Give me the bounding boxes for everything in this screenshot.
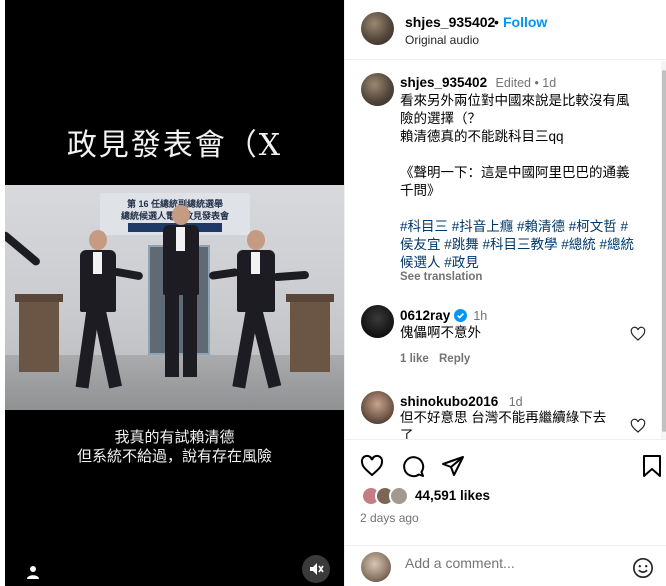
video-stage-frame: 第 16 任總統副總統選舉 總統候選人電視政見發表會 [5, 185, 344, 410]
comment-time: 1d [508, 395, 523, 409]
podium-right [286, 294, 334, 372]
caption-author-avatar[interactable] [361, 73, 394, 106]
verified-badge-icon [454, 309, 468, 322]
smiley-icon [633, 558, 653, 578]
comments-scrollbar-thumb[interactable] [662, 70, 666, 432]
comment-time: 1h [473, 308, 488, 323]
tagged-users-button[interactable] [23, 562, 43, 582]
comment-button[interactable] [400, 453, 426, 479]
heart-icon[interactable] [630, 418, 646, 434]
current-user-avatar [361, 552, 391, 582]
comment-bubble-icon [403, 456, 425, 478]
like-button[interactable] [359, 453, 385, 479]
heart-icon[interactable] [630, 326, 646, 342]
bookmark-icon [643, 455, 661, 477]
post-date[interactable]: 2 days ago [360, 511, 419, 525]
video-title-overlay: 政見發表會（X [66, 128, 283, 163]
post-actions: 44,591 likes 2 days ago [345, 439, 666, 586]
commenter-avatar[interactable] [361, 305, 394, 338]
video-caption-line-2: 但系統不給過，說有存在風險 [76, 448, 272, 465]
person-icon [27, 566, 39, 579]
original-audio-link[interactable]: Original audio [405, 33, 479, 47]
comments-list[interactable]: shjes_935402 Edited • 1d 看來另外兩位對中國來說是比較沒… [345, 61, 666, 439]
caption-text: 看來另外兩位對中國來說是比較沒有風 險的選擇（？ 賴清德真的不能跳科目三qq 《… [400, 92, 655, 272]
see-translation-link[interactable]: See translation [400, 271, 482, 283]
comment-text: 傀儡啊不意外 [400, 325, 481, 340]
paper-plane-icon [442, 456, 464, 476]
video-caption-line-1: 我真的有試賴清德 [114, 429, 235, 446]
caption-username[interactable]: shjes_935402 [400, 75, 487, 90]
muted-speaker-icon [310, 563, 324, 575]
comment-text: 但不好意思 台灣不能再繼續綠下去 了 [400, 410, 607, 439]
caption-meta: Edited • 1d [495, 76, 557, 90]
likes-count[interactable]: 44,591 likes [415, 488, 490, 503]
author-username[interactable]: shjes_935402 [405, 14, 495, 30]
reply-button[interactable]: Reply [439, 353, 470, 365]
hashtags-line-2[interactable]: 侯友宜 #跳舞 #科目三教學 #總統 #總統 [400, 236, 655, 254]
heart-icon [360, 454, 384, 477]
comment-username[interactable]: 0612ray [400, 308, 450, 323]
author-avatar[interactable] [361, 12, 394, 45]
share-button[interactable] [440, 453, 466, 479]
liker-avatar[interactable] [389, 486, 409, 506]
mute-toggle-button[interactable] [302, 555, 330, 583]
comment-like-count[interactable]: 1 like [400, 353, 429, 365]
separator-dot: • [494, 14, 499, 30]
post-side-panel: shjes_935402 • Follow Original audio shj… [344, 0, 666, 586]
comment-username[interactable]: shinokubo2016 [400, 394, 498, 409]
add-comment-input[interactable] [405, 555, 615, 571]
instagram-post-modal: 政見發表會（X 第 16 任總統副總統選舉 總統候選人電視政見發表會 [0, 0, 666, 586]
save-button[interactable] [639, 453, 665, 479]
hashtags-line-1[interactable]: #科目三 #抖音上癮 #賴清德 #柯文哲 # [400, 218, 655, 236]
hashtags-line-3[interactable]: 候選人 #政見 [400, 254, 655, 272]
commenter-avatar[interactable] [361, 391, 394, 424]
emoji-button[interactable] [630, 555, 656, 581]
podium-left [15, 294, 63, 372]
follow-button[interactable]: Follow [503, 14, 547, 30]
post-header: shjes_935402 • Follow Original audio [345, 0, 666, 60]
video-player[interactable]: 政見發表會（X 第 16 任總統副總統選舉 總統候選人電視政見發表會 [5, 0, 344, 586]
